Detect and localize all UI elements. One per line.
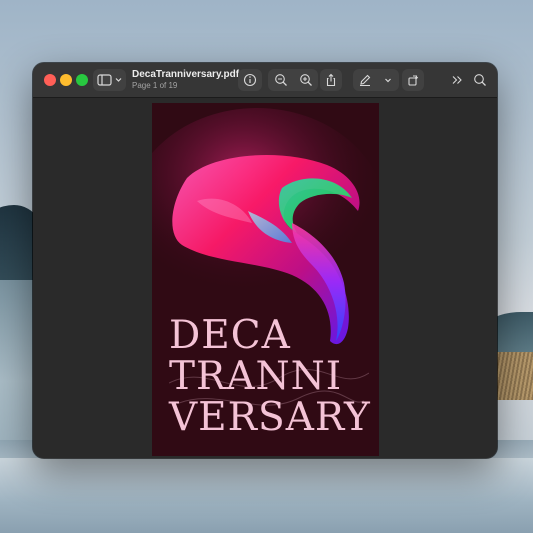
zoom-in-button[interactable] (293, 73, 318, 87)
info-button[interactable] (238, 69, 262, 91)
preview-window: DecaTranniversary.pdf Page 1 of 19 DECA … (33, 63, 497, 458)
search-button[interactable] (470, 69, 490, 91)
zoom-window-button[interactable] (76, 74, 88, 86)
markup-menu-button[interactable] (377, 75, 399, 85)
markup-button[interactable] (353, 73, 377, 87)
rotate-icon (408, 75, 419, 86)
wallpaper-grass-right (493, 352, 533, 400)
zoom-in-icon (299, 74, 312, 86)
document-title: DecaTranniversary.pdf (132, 69, 240, 80)
chevron-down-icon (385, 78, 391, 83)
share-button[interactable] (320, 69, 342, 91)
rotate-button[interactable] (402, 69, 424, 91)
poster-title-line-1: DECA (169, 313, 291, 358)
sidebar-icon (96, 74, 121, 86)
share-icon (326, 73, 336, 87)
document-viewer[interactable]: DECA TRANNI VERSARY (33, 98, 497, 458)
poster-title-line-3: VERSARY (169, 395, 371, 440)
zoom-out-icon (274, 74, 287, 86)
poster-title-line-2: TRANNI (169, 354, 343, 399)
more-tools-button[interactable] (447, 69, 467, 91)
info-icon (243, 73, 257, 87)
page-indicator: Page 1 of 19 (132, 81, 178, 90)
pdf-page[interactable]: DECA TRANNI VERSARY (152, 103, 379, 456)
pen-icon (360, 74, 371, 86)
wallpaper-water (0, 458, 533, 533)
minimize-window-button[interactable] (60, 74, 72, 86)
close-window-button[interactable] (44, 74, 56, 86)
zoom-out-button[interactable] (268, 73, 293, 87)
search-icon (474, 74, 486, 86)
window-toolbar: DecaTranniversary.pdf Page 1 of 19 (33, 63, 497, 98)
poster-title: DECA TRANNI VERSARY (169, 315, 379, 438)
chevrons-right-icon (452, 76, 462, 84)
zoom-button-group (268, 69, 318, 91)
sidebar-toggle-button[interactable] (93, 69, 126, 91)
markup-button-group (353, 69, 399, 91)
